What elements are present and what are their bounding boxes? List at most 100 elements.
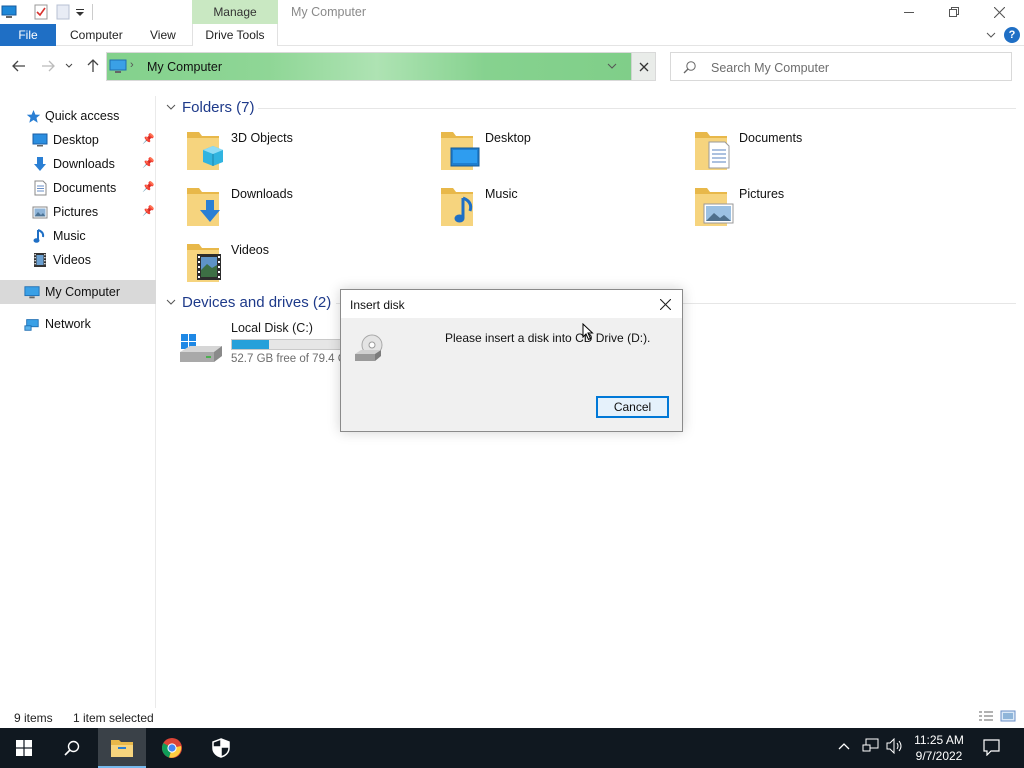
- chevron-down-icon[interactable]: [166, 297, 176, 309]
- clock-time: 11:25 AM: [914, 733, 964, 747]
- shield-icon: [212, 738, 230, 758]
- start-button[interactable]: [0, 728, 48, 768]
- up-button[interactable]: [83, 56, 103, 76]
- close-button[interactable]: [976, 0, 1022, 24]
- dialog-message: Please insert a disk into CD Drive (D:).: [445, 331, 651, 345]
- folder-name: Desktop: [485, 131, 531, 145]
- drive-usage-fill: [232, 340, 270, 349]
- pin-icon[interactable]: 📌: [142, 206, 154, 217]
- help-icon[interactable]: ?: [1004, 27, 1020, 43]
- videos-icon: [32, 252, 48, 268]
- cd-drive-icon: [355, 334, 383, 361]
- recent-locations-chevron-down-icon[interactable]: [62, 56, 76, 76]
- insert-disk-dialog: Insert disk Please insert a disk into CD…: [340, 289, 683, 432]
- search-icon: [64, 740, 80, 756]
- divider: [258, 108, 1016, 109]
- tab-view[interactable]: View: [150, 24, 176, 46]
- chevron-down-icon[interactable]: [166, 102, 176, 114]
- sidebar-item-label: Documents: [53, 181, 117, 195]
- breadcrumb-chevron-icon[interactable]: ›: [130, 59, 134, 71]
- sidebar-item-videos[interactable]: Videos: [0, 248, 156, 272]
- folder-name: Music: [485, 187, 518, 201]
- taskbar-chrome[interactable]: [148, 728, 196, 768]
- tab-drive-tools[interactable]: Drive Tools: [192, 24, 278, 46]
- dialog-close-button[interactable]: [650, 290, 680, 318]
- search-box[interactable]: Search My Computer: [670, 52, 1012, 81]
- properties-icon[interactable]: [32, 3, 50, 21]
- sidebar-item-label: Quick access: [45, 109, 120, 123]
- computer-icon: [109, 59, 127, 77]
- group-header-folders[interactable]: Folders (7): [166, 99, 255, 116]
- group-header-label: Devices and drives (2): [182, 294, 332, 311]
- sidebar-item-downloads[interactable]: Downloads 📌: [0, 152, 156, 176]
- tab-computer[interactable]: Computer: [70, 24, 123, 46]
- folder-name: 3D Objects: [231, 131, 293, 145]
- back-button[interactable]: [9, 56, 29, 76]
- windows-icon: [16, 740, 32, 756]
- taskbar: 11:25 AM 9/7/2022: [0, 728, 1024, 768]
- taskbar-security[interactable]: [197, 728, 245, 768]
- taskbar-file-explorer[interactable]: [98, 728, 146, 768]
- desktop-icon: [32, 132, 48, 148]
- drive-item-local-disk-c[interactable]: Local Disk (C:) 52.7 GB free of 79.4 GB: [178, 318, 351, 370]
- large-icons-view-icon[interactable]: [1000, 710, 1016, 725]
- group-header-devices[interactable]: Devices and drives (2): [166, 294, 331, 311]
- folder-downloads-icon: [187, 188, 220, 226]
- network-tray-icon[interactable]: [862, 738, 880, 757]
- sidebar-item-documents[interactable]: Documents 📌: [0, 176, 156, 200]
- folder-item-videos[interactable]: Videos: [185, 240, 425, 292]
- pin-icon[interactable]: 📌: [142, 182, 154, 193]
- computer-icon: [0, 3, 18, 21]
- status-selection: 1 item selected: [73, 711, 154, 725]
- sidebar-item-quick-access[interactable]: Quick access: [0, 104, 156, 128]
- details-view-icon[interactable]: [978, 710, 994, 725]
- folder-item-pictures[interactable]: Pictures: [693, 184, 933, 236]
- clock-date: 9/7/2022: [915, 749, 963, 763]
- folder-documents-icon: [695, 132, 730, 170]
- sidebar-item-label: Music: [53, 229, 86, 243]
- sidebar-item-label: Pictures: [53, 205, 99, 219]
- expand-ribbon-icon[interactable]: [986, 29, 996, 43]
- sidebar-item-pictures[interactable]: Pictures 📌: [0, 200, 156, 224]
- sidebar-item-label: Network: [45, 317, 91, 331]
- volume-icon[interactable]: [886, 737, 904, 757]
- sidebar-item-desktop[interactable]: Desktop 📌: [0, 128, 156, 152]
- breadcrumb-current[interactable]: My Computer: [147, 60, 222, 74]
- stop-loading-button[interactable]: [631, 53, 655, 80]
- restore-button[interactable]: [931, 0, 977, 24]
- sidebar-item-label: My Computer: [45, 285, 121, 299]
- show-hidden-icons-chevron-up-icon[interactable]: [838, 738, 850, 753]
- pin-icon[interactable]: 📌: [142, 134, 154, 145]
- star-icon: [25, 108, 41, 124]
- customize-toolbar-dropdown-icon[interactable]: [74, 3, 86, 21]
- folder-name: Videos: [231, 243, 269, 257]
- music-icon: [32, 228, 48, 244]
- address-bar[interactable]: › My Computer: [106, 52, 656, 81]
- forward-button[interactable]: [38, 56, 58, 76]
- sidebar-item-network[interactable]: Network: [0, 312, 156, 336]
- address-dropdown-icon[interactable]: [607, 59, 617, 76]
- sidebar-item-music[interactable]: Music: [0, 224, 156, 248]
- tab-file[interactable]: File: [0, 24, 56, 46]
- notification-icon[interactable]: [983, 739, 1000, 759]
- chrome-icon: [161, 738, 182, 758]
- pin-icon[interactable]: 📌: [142, 158, 154, 169]
- status-item-count: 9 items: [14, 711, 53, 725]
- title-bar: Manage My Computer: [0, 0, 1024, 24]
- sidebar-item-my-computer[interactable]: My Computer: [0, 280, 156, 304]
- folder-item-documents[interactable]: Documents: [693, 128, 933, 180]
- divider: [92, 4, 93, 20]
- context-tab-manage: Manage: [192, 0, 278, 24]
- folder-3d-objects-icon: [187, 132, 223, 170]
- minimize-button[interactable]: [886, 0, 932, 24]
- cancel-button[interactable]: Cancel: [596, 396, 669, 418]
- dialog-title: Insert disk: [350, 298, 405, 312]
- status-bar: 9 items 1 item selected: [0, 708, 1024, 728]
- new-folder-icon[interactable]: [54, 3, 72, 21]
- folder-item-music[interactable]: Music: [439, 184, 679, 236]
- search-button[interactable]: [48, 728, 96, 768]
- folder-item-3d-objects[interactable]: 3D Objects: [185, 128, 425, 180]
- clock[interactable]: 11:25 AM 9/7/2022: [908, 732, 970, 764]
- folder-item-downloads[interactable]: Downloads: [185, 184, 425, 236]
- folder-item-desktop[interactable]: Desktop: [439, 128, 679, 180]
